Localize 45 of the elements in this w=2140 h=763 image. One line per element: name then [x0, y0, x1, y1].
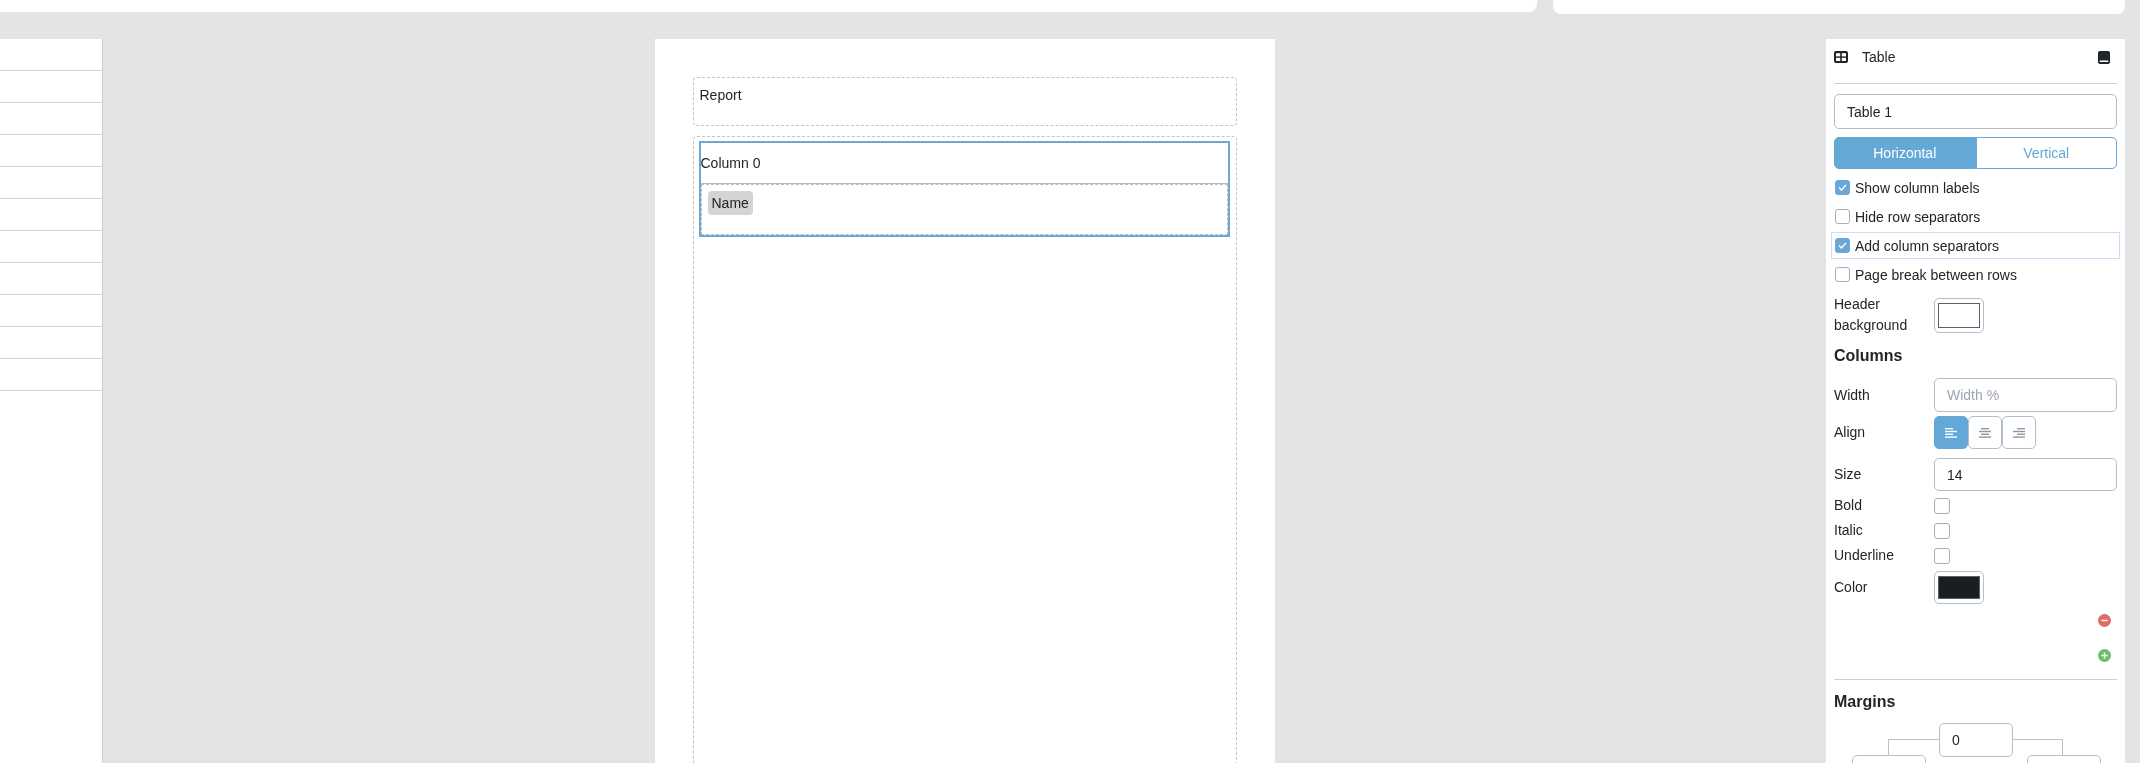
align-right-icon [2013, 427, 2025, 438]
table-icon [1834, 51, 1848, 63]
align-left-button[interactable] [1934, 416, 1968, 449]
checkbox[interactable] [1835, 267, 1850, 282]
align-right-button[interactable] [2002, 416, 2036, 449]
field-chip[interactable]: Name [707, 191, 753, 215]
checkbox-label: Add column separators [1855, 236, 1999, 255]
section-heading: Margins [1834, 692, 1896, 712]
checkbox-label: Hide row separators [1855, 207, 1981, 226]
margin-top-input[interactable]: 0 [1939, 723, 2013, 757]
report-title: Report [699, 86, 742, 104]
minus-circle-icon[interactable] [2098, 614, 2111, 627]
field-label: Header background [1834, 295, 1909, 335]
align-center-icon [1979, 427, 1991, 438]
checkbox[interactable] [1934, 522, 1950, 539]
check-icon [1838, 242, 1847, 249]
panel-title: Table [1862, 48, 1897, 66]
field-label: Color [1834, 578, 1868, 597]
title-band[interactable]: Report [692, 77, 1237, 126]
size-input[interactable]: 14 [1934, 458, 2117, 491]
checkbox[interactable] [1934, 547, 1950, 564]
section-heading: Columns [1834, 346, 1903, 366]
field-label: Width [1834, 385, 1870, 405]
field-label: Italic [1834, 521, 1863, 540]
focused-option-row[interactable]: Add column separators [1831, 232, 2120, 259]
checkbox[interactable] [1835, 238, 1850, 253]
align-left-icon [1945, 427, 1957, 438]
field-label: Bold [1834, 496, 1863, 515]
field-label: Align [1834, 423, 1866, 442]
column-header: Column 0 [700, 143, 1228, 184]
checkbox-label: Page break between rows [1855, 265, 2017, 284]
checkbox[interactable] [1835, 180, 1850, 195]
detail-band[interactable]: Column 0 Name [692, 136, 1237, 763]
width-input[interactable]: Width % [1934, 378, 2117, 412]
field-label: Size [1834, 465, 1862, 484]
align-center-button[interactable] [1968, 416, 2002, 449]
checkbox[interactable] [1835, 209, 1850, 224]
checkbox-label: Show column labels [1855, 178, 1980, 197]
plus-circle-icon[interactable] [2098, 649, 2111, 662]
book-icon[interactable] [2098, 50, 2110, 64]
checkbox[interactable] [1934, 497, 1950, 514]
name-input[interactable]: Table 1 [1834, 94, 2117, 129]
field-label: Underline [1834, 546, 1894, 565]
report-table[interactable]: Column 0 Name [698, 141, 1230, 237]
check-icon [1838, 184, 1847, 191]
